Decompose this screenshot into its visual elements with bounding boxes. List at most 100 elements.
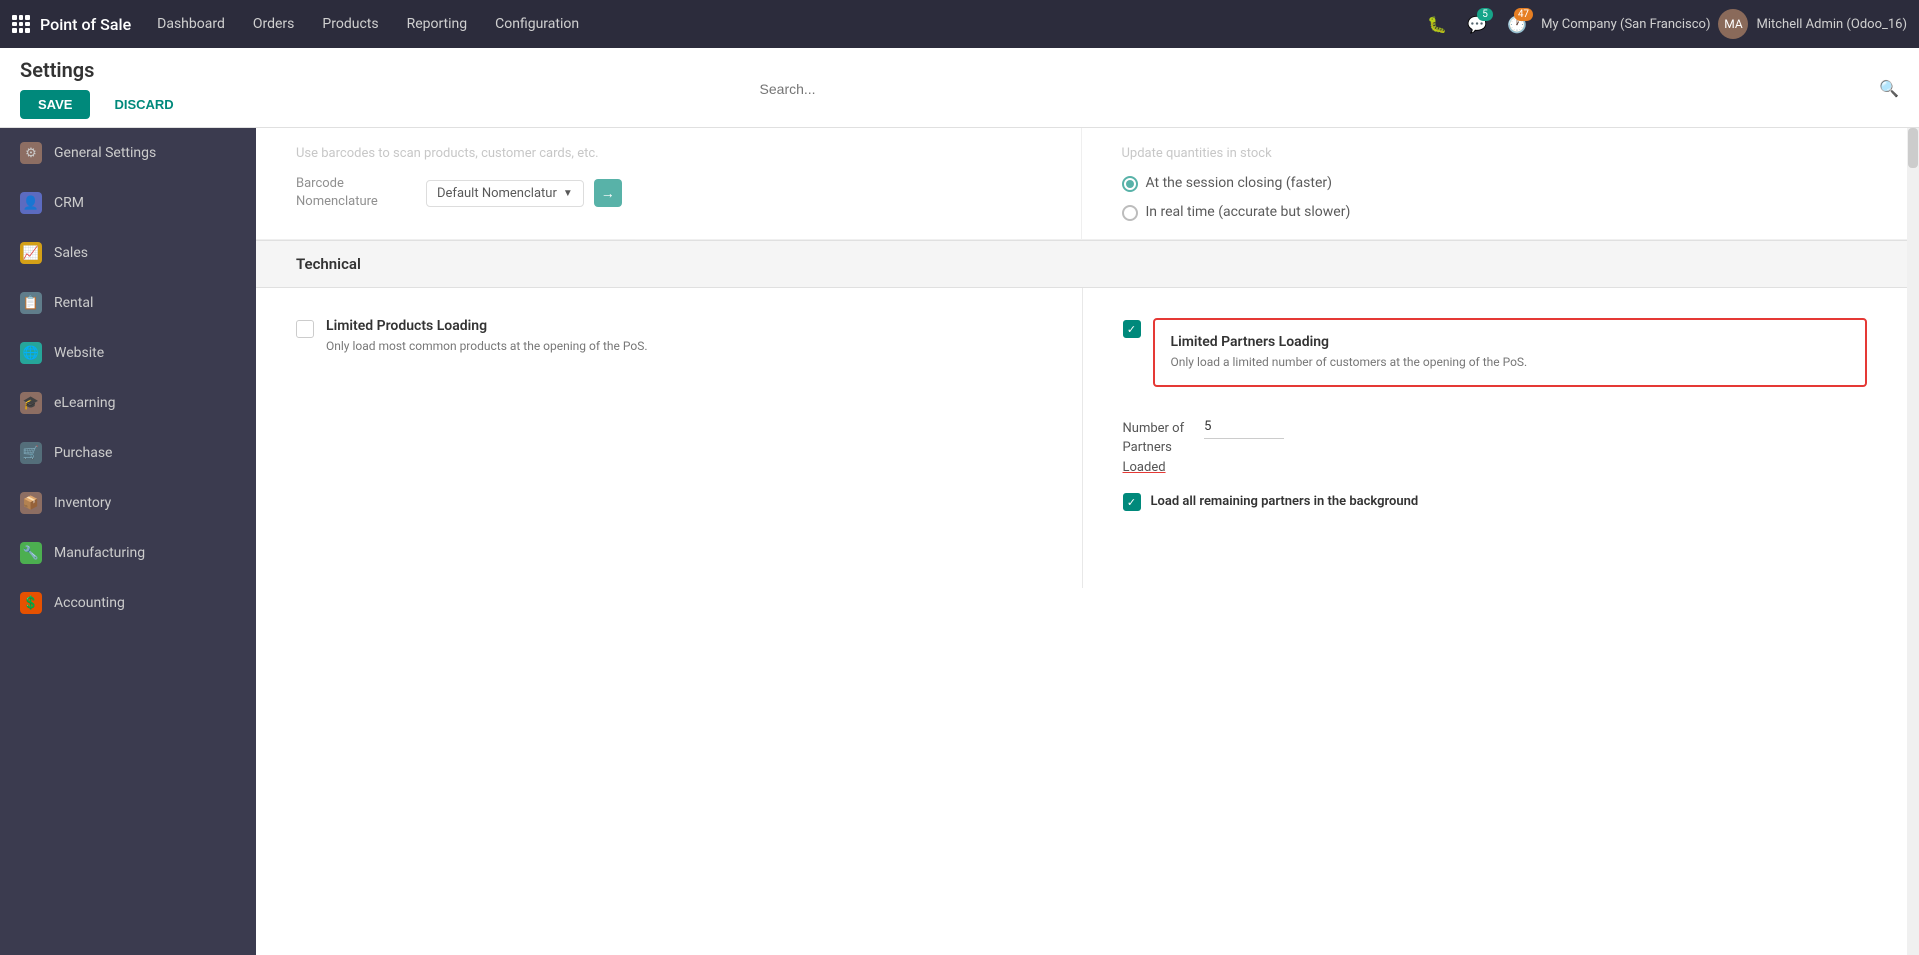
limited-partners-title: Limited Partners Loading bbox=[1171, 334, 1850, 350]
app-brand[interactable]: Point of Sale bbox=[12, 15, 131, 34]
radio-session-closing-input[interactable] bbox=[1122, 176, 1138, 192]
app-name: Point of Sale bbox=[40, 15, 131, 34]
sidebar-item-crm[interactable]: 👤 CRM bbox=[0, 178, 256, 228]
clock-icon-button[interactable]: 🕐 47 bbox=[1501, 8, 1533, 40]
barcode-row: Barcode Nomenclature Default Nomenclatur… bbox=[296, 175, 1041, 211]
chevron-down-icon: ▼ bbox=[563, 188, 573, 199]
sidebar-item-manufacturing[interactable]: 🔧 Manufacturing bbox=[0, 528, 256, 578]
radio-session-closing[interactable]: At the session closing (faster) bbox=[1122, 175, 1868, 192]
chat-badge: 5 bbox=[1477, 8, 1493, 21]
navbar: Point of Sale Dashboard Orders Products … bbox=[0, 0, 1919, 48]
page-title: Settings bbox=[20, 58, 240, 82]
radio-realtime[interactable]: In real time (accurate but slower) bbox=[1122, 204, 1868, 221]
sidebar-label-accounting: Accounting bbox=[54, 595, 125, 611]
scrollbar-thumb[interactable] bbox=[1908, 128, 1918, 168]
load-bg-row: ✓ Load all remaining partners in the bac… bbox=[1123, 491, 1868, 511]
company-label[interactable]: My Company (San Francisco) bbox=[1541, 17, 1710, 32]
avatar-initials: MA bbox=[1724, 17, 1742, 31]
partners-details: Number ofPartners Loaded 5 ✓ Load all re… bbox=[1123, 419, 1868, 512]
sidebar-item-rental[interactable]: 📋 Rental bbox=[0, 278, 256, 328]
sales-icon: 📈 bbox=[20, 242, 42, 264]
radio-session-closing-label: At the session closing (faster) bbox=[1146, 175, 1332, 191]
limited-partners-desc: Only load a limited number of customers … bbox=[1171, 354, 1850, 371]
user-label[interactable]: Mitchell Admin (Odoo_16) bbox=[1756, 17, 1907, 32]
limited-products-item: Limited Products Loading Only load most … bbox=[296, 318, 1042, 355]
bug-icon-button[interactable]: 🐛 bbox=[1421, 8, 1453, 40]
search-input[interactable] bbox=[760, 77, 1360, 101]
settings-title-area: Settings SAVE DISCARD bbox=[20, 58, 240, 119]
sidebar-item-purchase[interactable]: 🛒 Purchase bbox=[0, 428, 256, 478]
number-partners-label-text: Number ofPartners bbox=[1123, 421, 1185, 456]
chat-icon-button[interactable]: 💬 5 bbox=[1461, 8, 1493, 40]
navbar-right: 🐛 💬 5 🕐 47 My Company (San Francisco) MA… bbox=[1421, 8, 1907, 40]
sidebar-item-accounting[interactable]: 💲 Accounting bbox=[0, 578, 256, 628]
sidebar-item-general-settings[interactable]: ⚙ General Settings bbox=[0, 128, 256, 178]
discard-button[interactable]: DISCARD bbox=[96, 90, 191, 119]
limited-partners-feature-row: ✓ Limited Partners Loading Only load a l… bbox=[1123, 318, 1868, 403]
sidebar-label-crm: CRM bbox=[54, 195, 84, 211]
action-buttons: SAVE DISCARD bbox=[20, 90, 240, 119]
rental-icon: 📋 bbox=[20, 292, 42, 314]
technical-section-header: Technical bbox=[256, 240, 1907, 288]
sidebar-item-elearning[interactable]: 🎓 eLearning bbox=[0, 378, 256, 428]
sidebar-item-sales[interactable]: 📈 Sales bbox=[0, 228, 256, 278]
main-layout: ⚙ General Settings 👤 CRM 📈 Sales 📋 Renta… bbox=[0, 128, 1919, 955]
manufacturing-icon: 🔧 bbox=[20, 542, 42, 564]
website-icon: 🌐 bbox=[20, 342, 42, 364]
sidebar-label-inventory: Inventory bbox=[54, 495, 111, 511]
limited-products-desc: Only load most common products at the op… bbox=[326, 338, 648, 355]
nav-links: Dashboard Orders Products Reporting Conf… bbox=[143, 10, 1417, 38]
purchase-icon: 🛒 bbox=[20, 442, 42, 464]
sidebar-label-website: Website bbox=[54, 345, 104, 361]
search-area bbox=[240, 77, 1879, 101]
nav-dashboard[interactable]: Dashboard bbox=[143, 10, 239, 38]
barcode-left: Use barcodes to scan products, customer … bbox=[256, 128, 1082, 239]
radio-group: At the session closing (faster) In real … bbox=[1122, 175, 1868, 221]
limited-products-checkbox[interactable] bbox=[296, 320, 314, 338]
clock-badge: 47 bbox=[1514, 8, 1533, 21]
crm-icon: 👤 bbox=[20, 192, 42, 214]
grid-icon bbox=[12, 15, 30, 33]
sidebar-item-website[interactable]: 🌐 Website bbox=[0, 328, 256, 378]
elearning-icon: 🎓 bbox=[20, 392, 42, 414]
avatar[interactable]: MA bbox=[1718, 9, 1748, 39]
update-qty-text: Update quantities in stock bbox=[1122, 146, 1868, 161]
number-partners-row: Number ofPartners Loaded 5 bbox=[1123, 419, 1868, 478]
sidebar-label-manufacturing: Manufacturing bbox=[54, 545, 145, 561]
barcode-nomenclature-label: Barcode Nomenclature bbox=[296, 175, 416, 211]
load-bg-checkbox[interactable]: ✓ bbox=[1123, 493, 1141, 511]
number-partners-label: Number ofPartners Loaded bbox=[1123, 419, 1185, 478]
technical-label: Technical bbox=[296, 255, 361, 273]
technical-content: Limited Products Loading Only load most … bbox=[256, 288, 1907, 588]
nav-orders[interactable]: Orders bbox=[239, 10, 309, 38]
radio-realtime-label: In real time (accurate but slower) bbox=[1146, 204, 1351, 220]
radio-realtime-input[interactable] bbox=[1122, 205, 1138, 221]
nav-products[interactable]: Products bbox=[308, 10, 392, 38]
barcode-value: Default Nomenclatur bbox=[437, 186, 557, 201]
number-partners-value-col: 5 bbox=[1204, 419, 1284, 439]
accounting-icon: 💲 bbox=[20, 592, 42, 614]
limited-products-col: Limited Products Loading Only load most … bbox=[256, 288, 1082, 588]
number-partners-value[interactable]: 5 bbox=[1204, 419, 1284, 439]
save-button[interactable]: SAVE bbox=[20, 90, 90, 119]
sidebar-item-inventory[interactable]: 📦 Inventory bbox=[0, 478, 256, 528]
barcode-dropdown[interactable]: Default Nomenclatur ▼ bbox=[426, 180, 584, 207]
sidebar-label-sales: Sales bbox=[54, 245, 88, 261]
nav-reporting[interactable]: Reporting bbox=[393, 10, 482, 38]
search-icon[interactable]: 🔍 bbox=[1879, 79, 1899, 98]
scrollbar[interactable] bbox=[1907, 128, 1919, 955]
inventory-icon: 📦 bbox=[20, 492, 42, 514]
sidebar: ⚙ General Settings 👤 CRM 📈 Sales 📋 Renta… bbox=[0, 128, 256, 955]
nav-configuration[interactable]: Configuration bbox=[481, 10, 593, 38]
content-area: Use barcodes to scan products, customer … bbox=[256, 128, 1907, 955]
limited-partners-col: ✓ Limited Partners Loading Only load a l… bbox=[1082, 288, 1908, 588]
barcode-section: Use barcodes to scan products, customer … bbox=[256, 128, 1907, 240]
load-bg-label: Load all remaining partners in the backg… bbox=[1151, 494, 1419, 509]
sidebar-label-elearning: eLearning bbox=[54, 395, 115, 411]
sidebar-label-general-settings: General Settings bbox=[54, 145, 156, 161]
limited-partners-highlighted-box: Limited Partners Loading Only load a lim… bbox=[1153, 318, 1868, 387]
sidebar-label-purchase: Purchase bbox=[54, 445, 112, 461]
barcode-arrow-button[interactable]: → bbox=[594, 179, 622, 207]
bug-icon: 🐛 bbox=[1427, 15, 1447, 34]
limited-partners-checkbox[interactable]: ✓ bbox=[1123, 320, 1141, 338]
